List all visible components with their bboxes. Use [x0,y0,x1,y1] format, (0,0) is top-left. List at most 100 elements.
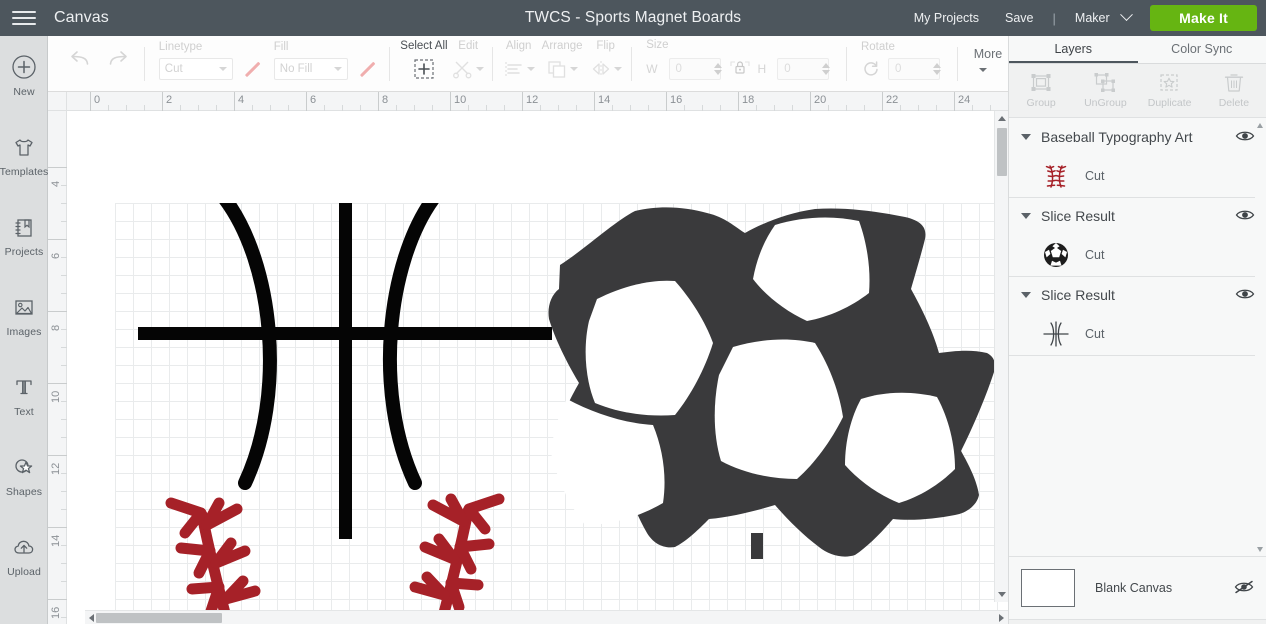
sidebar-item-shapes[interactable]: Shapes [0,436,48,516]
make-it-button[interactable]: Make It [1150,5,1257,31]
sidebar-item-projects[interactable]: Projects [0,196,48,276]
ruler-tick-minor [792,105,793,111]
canvas-color-swatch[interactable] [1021,569,1075,607]
layers-list[interactable]: Baseball Typography Art Cut Slice Result… [1009,119,1266,556]
canvas-grid[interactable]: − 50% + [115,203,1008,624]
linetype-label: Linetype [158,41,203,53]
canvas-visibility-toggle[interactable] [1233,579,1255,598]
sidebar-item-upload[interactable]: Upload [0,516,48,596]
tab-layers[interactable]: Layers [1009,36,1138,63]
ruler-tick [48,239,67,240]
hamburger-icon[interactable] [0,0,48,36]
ungroup-button[interactable]: UnGroup [1073,64,1137,117]
width-value: 0 [675,63,682,75]
chevron-down-icon[interactable] [1021,134,1031,140]
toolbar-divider [631,46,633,81]
soccer-ball[interactable] [548,207,995,559]
redo-icon[interactable] [104,47,130,69]
ruler-tick [48,455,67,456]
layer-group-header[interactable]: Slice Result [1009,198,1266,234]
layer-group-header[interactable]: Baseball Typography Art [1009,119,1266,155]
ruler-tick-minor [432,105,433,111]
fill-color-swatch[interactable] [355,59,375,79]
ruler-tick [594,92,595,111]
ruler-tick-minor [61,329,67,330]
ruler-tick-minor [108,105,109,111]
chevron-down-icon [333,67,342,71]
ruler-tick [450,92,451,111]
ruler-tick-minor [61,365,67,366]
rotate-icon[interactable] [861,59,881,79]
save-button[interactable]: Save [992,11,1047,25]
design-canvas[interactable]: − 50% + [48,92,1008,624]
flip-menu-button[interactable]: Flip [586,40,626,87]
visibility-toggle[interactable] [1235,129,1255,146]
contour-button[interactable]: Contour [1215,620,1266,624]
canvas-artwork[interactable] [115,203,1008,624]
more-menu-button[interactable]: More [974,47,1008,81]
layers-scrollbar[interactable] [1255,119,1266,556]
eye-icon [1235,289,1255,298]
height-stepper[interactable] [822,63,831,75]
vertical-scroll-thumb[interactable] [997,128,1007,176]
ruler-tick [234,92,235,111]
attach-button[interactable]: Attach [1112,620,1164,624]
lock-icon[interactable] [729,56,750,82]
delete-label: Delete [1218,97,1250,109]
width-stepper[interactable] [713,63,722,75]
ruler-tick [954,92,955,111]
scroll-right-icon[interactable] [999,614,1004,622]
ruler-tick-minor [1008,105,1009,111]
linetype-select[interactable]: Cut [158,58,233,80]
sidebar-item-new[interactable]: New [0,36,48,116]
undo-icon[interactable] [68,47,94,69]
ruler-tick-minor [61,563,67,564]
ruler-tick-minor [61,509,67,510]
scroll-up-icon[interactable] [998,116,1006,121]
tab-color-sync[interactable]: Color Sync [1138,36,1266,63]
my-projects-button[interactable]: My Projects [901,11,992,25]
edit-menu-button[interactable]: Edit [448,40,488,87]
slice-button[interactable]: Slice [1009,620,1061,624]
scroll-up-icon[interactable] [1257,123,1263,128]
ruler-tick-minor [504,105,505,111]
weld-button[interactable]: Weld [1061,620,1113,624]
horizontal-scroll-thumb[interactable] [96,613,222,623]
visibility-toggle[interactable] [1235,287,1255,304]
scroll-left-icon[interactable] [89,614,94,622]
sidebar-item-text[interactable]: Text [0,356,48,436]
sidebar-item-templates[interactable]: Templates [0,116,48,196]
fill-select[interactable]: No Fill [273,58,348,80]
canvas-horizontal-scrollbar[interactable] [85,610,1008,624]
group-button[interactable]: Group [1009,64,1073,117]
picture-icon [15,300,33,315]
baseball-stitches-right[interactable] [393,493,505,624]
sidebar-item-images[interactable]: Images [0,276,48,356]
flatten-button[interactable]: Flatten [1164,620,1216,624]
chevron-down-icon [570,67,579,71]
canvas-row-label: Blank Canvas [1095,581,1173,595]
rotate-stepper[interactable] [932,63,941,75]
layer-row[interactable]: Cut [1009,155,1266,197]
chevron-down-icon[interactable] [1021,213,1031,219]
select-all-button[interactable]: Select All [400,40,449,87]
delete-button[interactable]: Delete [1202,64,1266,117]
align-menu-button[interactable]: Align [499,40,539,87]
scroll-down-icon[interactable] [998,592,1006,597]
linetype-color-swatch[interactable] [240,59,260,79]
machine-selector[interactable]: Maker [1062,8,1137,25]
arrange-menu-button[interactable]: Arrange [538,40,585,87]
duplicate-button[interactable]: Duplicate [1138,64,1202,117]
visibility-toggle[interactable] [1235,208,1255,225]
layer-row[interactable]: Cut [1009,234,1266,276]
basketball-seams[interactable] [138,203,552,539]
scroll-down-icon[interactable] [1257,547,1263,552]
baseball-stitch-thumb [1037,161,1075,191]
canvas-vertical-scrollbar[interactable] [994,111,1008,602]
layer-group-header[interactable]: Slice Result [1009,277,1266,313]
linetype-value: Cut [164,63,183,75]
chevron-down-icon[interactable] [1021,292,1031,298]
baseball-stitches-left[interactable] [165,497,277,624]
layer-row[interactable]: Cut [1009,313,1266,355]
blank-canvas-row[interactable]: Blank Canvas [1009,556,1266,620]
